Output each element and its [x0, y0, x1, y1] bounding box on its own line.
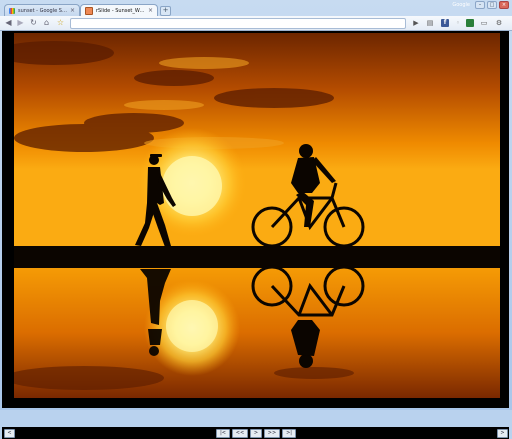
forward-button[interactable]: ▶ [16, 18, 25, 27]
google-favicon-icon [9, 7, 15, 14]
previous-slide-button[interactable]: << [232, 429, 248, 438]
window-controls: – □ × [475, 1, 509, 9]
page-menu-icon[interactable]: ▭ [480, 19, 488, 27]
maximize-button[interactable]: □ [487, 1, 497, 9]
play-slideshow-button[interactable]: > [250, 429, 262, 438]
new-tab-button[interactable]: + [160, 6, 171, 16]
slideshow-right-button[interactable]: > [497, 429, 508, 438]
sunset-photo [14, 33, 500, 398]
close-tab-icon[interactable]: × [148, 7, 153, 14]
tab-title: sunset - Google Search [18, 7, 68, 14]
tab-title: rSlide - Sunset_Walk_by_hank... [96, 7, 146, 14]
back-button[interactable]: ◀ [4, 18, 13, 27]
browser-window: sunset - Google Search × rSlide - Sunset… [0, 0, 512, 439]
bookmark-star-icon[interactable]: ☆ [56, 18, 65, 27]
tab-strip: sunset - Google Search × rSlide - Sunset… [0, 0, 512, 16]
close-window-button[interactable]: × [499, 1, 509, 9]
wrench-menu-icon[interactable]: ⚙ [495, 19, 503, 27]
green-extension-icon[interactable] [466, 19, 474, 27]
last-slide-button[interactable]: >| [282, 429, 296, 438]
tab-rslide[interactable]: rSlide - Sunset_Walk_by_hank... × [80, 4, 158, 16]
facebook-icon[interactable]: f [441, 19, 449, 27]
close-tab-icon[interactable]: × [70, 7, 75, 14]
home-button[interactable]: ⌂ [42, 18, 51, 27]
next-slide-button[interactable]: >> [264, 429, 280, 438]
horizon-ground [14, 246, 500, 268]
rslide-favicon-icon [85, 6, 93, 15]
slideshow-left-button[interactable]: < [4, 429, 15, 438]
tab-google-search[interactable]: sunset - Google Search × [4, 4, 80, 16]
slideshow-bar: < |< << > >> >| > [2, 427, 509, 439]
profile-label: Google [452, 2, 470, 8]
minimize-button[interactable]: – [475, 1, 485, 9]
play-extension-icon[interactable]: ▶ [412, 19, 420, 27]
address-bar[interactable] [70, 18, 406, 29]
reload-button[interactable]: ↻ [29, 18, 38, 27]
page-extension-icon[interactable]: ▤ [426, 19, 434, 27]
extension-icon[interactable]: ◦ [454, 19, 462, 27]
browser-toolbar: ◀ ▶ ↻ ⌂ ☆ ▶ ▤ f ◦ ▭ ⚙ [0, 16, 512, 31]
first-slide-button[interactable]: |< [216, 429, 230, 438]
page-viewport: < |< << > >> >| > [2, 31, 509, 439]
